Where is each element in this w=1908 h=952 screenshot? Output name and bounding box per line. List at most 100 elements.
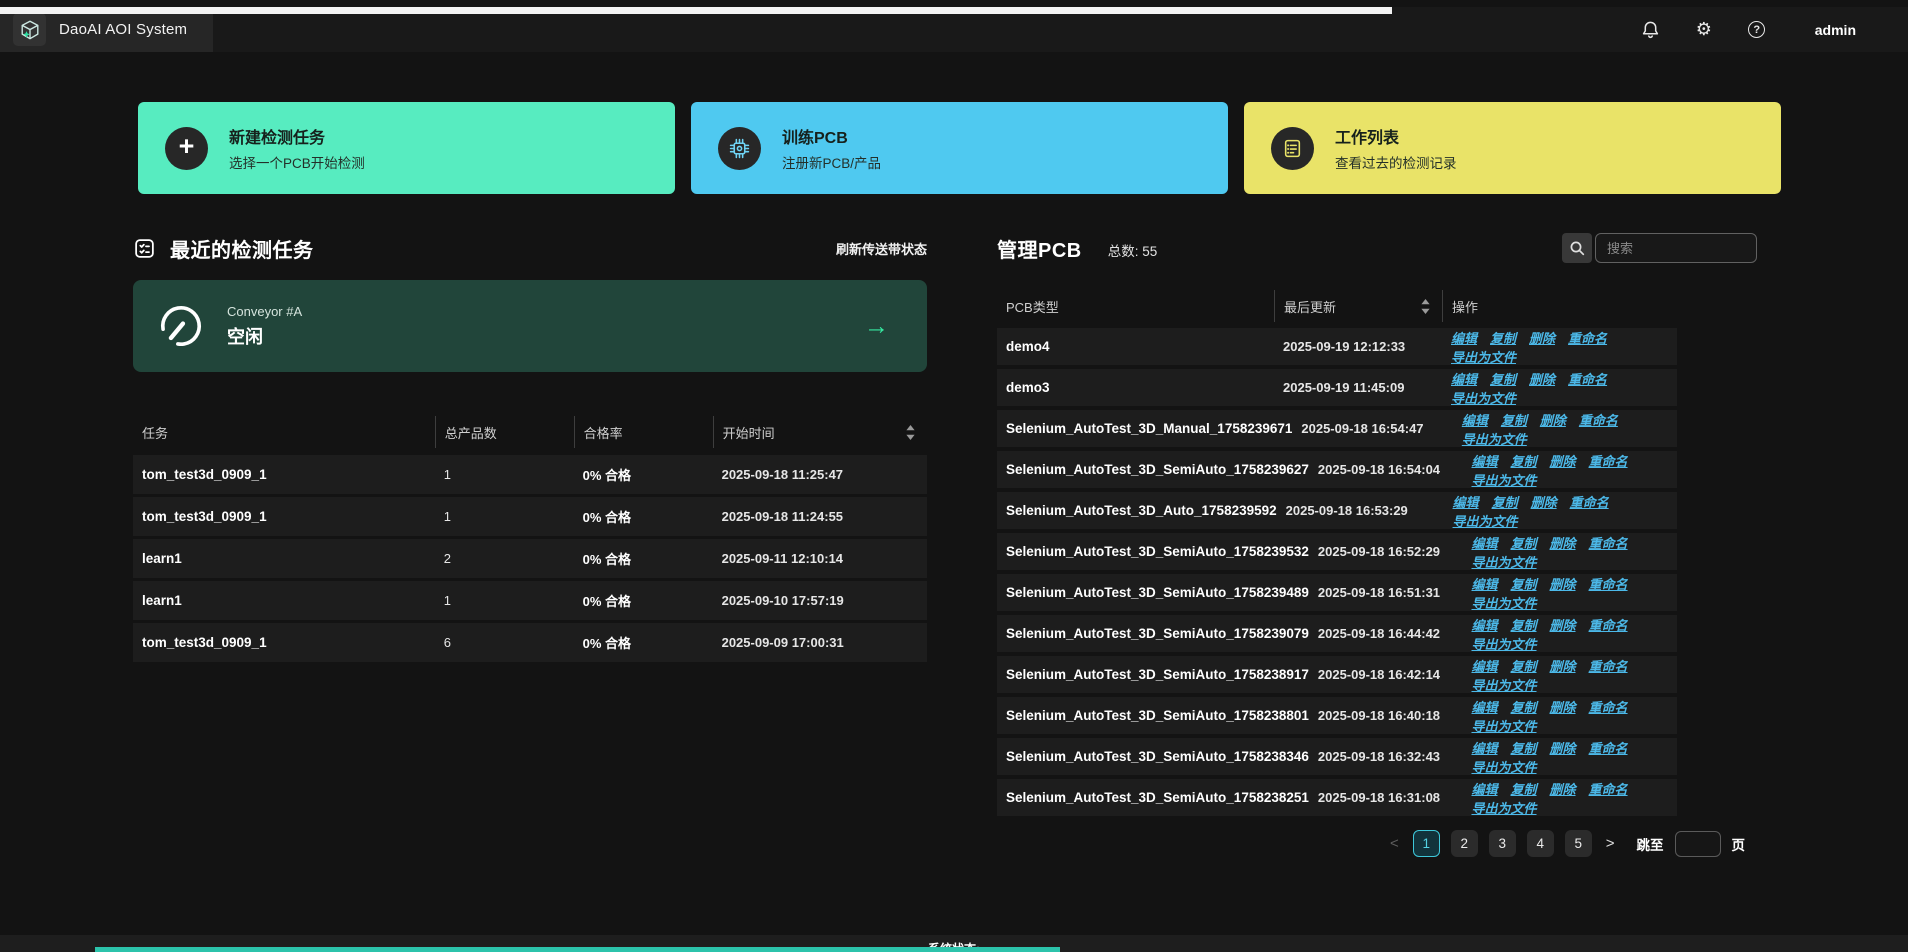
- delete-link[interactable]: 删除: [1550, 741, 1576, 756]
- help-icon[interactable]: ?: [1747, 20, 1767, 40]
- col-pass-rate[interactable]: 合格率: [574, 416, 713, 448]
- col-pcb-type[interactable]: PCB类型: [997, 290, 1274, 322]
- col-total[interactable]: 总产品数: [435, 416, 574, 448]
- rename-link[interactable]: 重命名: [1589, 577, 1628, 592]
- rename-link[interactable]: 重命名: [1589, 782, 1628, 797]
- edit-link[interactable]: 编辑: [1471, 741, 1497, 756]
- col-task[interactable]: 任务: [133, 416, 435, 448]
- edit-link[interactable]: 编辑: [1451, 331, 1477, 346]
- export-link[interactable]: 导出为文件: [1471, 801, 1536, 816]
- next-page-button[interactable]: >: [1603, 835, 1618, 852]
- export-link[interactable]: 导出为文件: [1471, 719, 1536, 734]
- export-link[interactable]: 导出为文件: [1471, 760, 1536, 775]
- export-link[interactable]: 导出为文件: [1462, 432, 1527, 447]
- export-link[interactable]: 导出为文件: [1471, 473, 1536, 488]
- delete-link[interactable]: 删除: [1550, 700, 1576, 715]
- new-inspection-card[interactable]: + 新建检测任务 选择一个PCB开始检测: [138, 102, 675, 194]
- copy-link[interactable]: 复制: [1511, 618, 1537, 633]
- rename-link[interactable]: 重命名: [1579, 413, 1618, 428]
- pcb-row[interactable]: Selenium_AutoTest_3D_SemiAuto_1758239532…: [997, 533, 1677, 570]
- page-button-4[interactable]: 4: [1527, 830, 1554, 857]
- edit-link[interactable]: 编辑: [1471, 454, 1497, 469]
- task-row[interactable]: tom_test3d_0909_160% 合格2025-09-09 17:00:…: [133, 623, 927, 662]
- pcb-row[interactable]: Selenium_AutoTest_3D_SemiAuto_1758238346…: [997, 738, 1677, 775]
- task-row[interactable]: learn120% 合格2025-09-11 12:10:14: [133, 539, 927, 578]
- task-row[interactable]: tom_test3d_0909_110% 合格2025-09-18 11:25:…: [133, 455, 927, 494]
- export-link[interactable]: 导出为文件: [1471, 637, 1536, 652]
- sort-icon[interactable]: [1421, 299, 1430, 314]
- sort-icon[interactable]: [906, 425, 915, 440]
- copy-link[interactable]: 复制: [1492, 495, 1518, 510]
- edit-link[interactable]: 编辑: [1451, 372, 1477, 387]
- pcb-row[interactable]: demo42025-09-19 12:12:33编辑复制删除重命名导出为文件: [997, 328, 1677, 365]
- copy-link[interactable]: 复制: [1511, 659, 1537, 674]
- copy-link[interactable]: 复制: [1511, 536, 1537, 551]
- copy-link[interactable]: 复制: [1490, 372, 1516, 387]
- copy-link[interactable]: 复制: [1490, 331, 1516, 346]
- settings-gear-icon[interactable]: ⚙: [1694, 20, 1714, 40]
- edit-link[interactable]: 编辑: [1471, 700, 1497, 715]
- pcb-row[interactable]: demo32025-09-19 11:45:09编辑复制删除重命名导出为文件: [997, 369, 1677, 406]
- arrow-right-icon[interactable]: →: [864, 314, 889, 339]
- search-button[interactable]: [1562, 233, 1592, 263]
- delete-link[interactable]: 删除: [1550, 577, 1576, 592]
- rename-link[interactable]: 重命名: [1570, 495, 1609, 510]
- delete-link[interactable]: 删除: [1550, 618, 1576, 633]
- export-link[interactable]: 导出为文件: [1451, 350, 1516, 365]
- worklist-card[interactable]: 工作列表 查看过去的检测记录: [1244, 102, 1781, 194]
- task-row[interactable]: tom_test3d_0909_110% 合格2025-09-18 11:24:…: [133, 497, 927, 536]
- delete-link[interactable]: 删除: [1529, 372, 1555, 387]
- rename-link[interactable]: 重命名: [1568, 331, 1607, 346]
- edit-link[interactable]: 编辑: [1471, 659, 1497, 674]
- edit-link[interactable]: 编辑: [1471, 618, 1497, 633]
- page-button-1[interactable]: 1: [1413, 830, 1440, 857]
- notifications-bell-icon[interactable]: [1641, 20, 1661, 40]
- copy-link[interactable]: 复制: [1511, 782, 1537, 797]
- username[interactable]: admin: [1815, 22, 1856, 38]
- rename-link[interactable]: 重命名: [1589, 741, 1628, 756]
- copy-link[interactable]: 复制: [1511, 454, 1537, 469]
- search-input[interactable]: [1595, 233, 1757, 263]
- edit-link[interactable]: 编辑: [1462, 413, 1488, 428]
- delete-link[interactable]: 删除: [1550, 782, 1576, 797]
- rename-link[interactable]: 重命名: [1589, 618, 1628, 633]
- delete-link[interactable]: 删除: [1531, 495, 1557, 510]
- edit-link[interactable]: 编辑: [1471, 577, 1497, 592]
- edit-link[interactable]: 编辑: [1453, 495, 1479, 510]
- pcb-row[interactable]: Selenium_AutoTest_3D_SemiAuto_1758238801…: [997, 697, 1677, 734]
- col-start-time[interactable]: 开始时间: [713, 416, 927, 448]
- pcb-row[interactable]: Selenium_AutoTest_3D_Auto_17582395922025…: [997, 492, 1677, 529]
- delete-link[interactable]: 删除: [1550, 659, 1576, 674]
- page-button-3[interactable]: 3: [1489, 830, 1516, 857]
- page-button-2[interactable]: 2: [1451, 830, 1478, 857]
- copy-link[interactable]: 复制: [1511, 741, 1537, 756]
- delete-link[interactable]: 删除: [1550, 454, 1576, 469]
- delete-link[interactable]: 删除: [1550, 536, 1576, 551]
- export-link[interactable]: 导出为文件: [1453, 514, 1518, 529]
- pcb-row[interactable]: Selenium_AutoTest_3D_SemiAuto_1758238251…: [997, 779, 1677, 816]
- conveyor-card[interactable]: Conveyor #A 空闲 →: [133, 280, 927, 372]
- rename-link[interactable]: 重命名: [1589, 659, 1628, 674]
- copy-link[interactable]: 复制: [1511, 577, 1537, 592]
- export-link[interactable]: 导出为文件: [1471, 555, 1536, 570]
- page-jump-input[interactable]: [1675, 831, 1721, 857]
- edit-link[interactable]: 编辑: [1471, 782, 1497, 797]
- task-row[interactable]: learn110% 合格2025-09-10 17:57:19: [133, 581, 927, 620]
- rename-link[interactable]: 重命名: [1589, 536, 1628, 551]
- rename-link[interactable]: 重命名: [1589, 454, 1628, 469]
- page-button-5[interactable]: 5: [1565, 830, 1592, 857]
- export-link[interactable]: 导出为文件: [1471, 596, 1536, 611]
- train-pcb-card[interactable]: 训练PCB 注册新PCB/产品: [691, 102, 1228, 194]
- pcb-row[interactable]: Selenium_AutoTest_3D_SemiAuto_1758239489…: [997, 574, 1677, 611]
- delete-link[interactable]: 删除: [1529, 331, 1555, 346]
- col-last-updated[interactable]: 最后更新: [1274, 290, 1442, 322]
- pcb-row[interactable]: Selenium_AutoTest_3D_SemiAuto_1758238917…: [997, 656, 1677, 693]
- export-link[interactable]: 导出为文件: [1471, 678, 1536, 693]
- copy-link[interactable]: 复制: [1511, 700, 1537, 715]
- pcb-row[interactable]: Selenium_AutoTest_3D_Manual_175823967120…: [997, 410, 1677, 447]
- export-link[interactable]: 导出为文件: [1451, 391, 1516, 406]
- rename-link[interactable]: 重命名: [1589, 700, 1628, 715]
- refresh-conveyor-link[interactable]: 刷新传送带状态: [836, 239, 927, 258]
- edit-link[interactable]: 编辑: [1471, 536, 1497, 551]
- copy-link[interactable]: 复制: [1501, 413, 1527, 428]
